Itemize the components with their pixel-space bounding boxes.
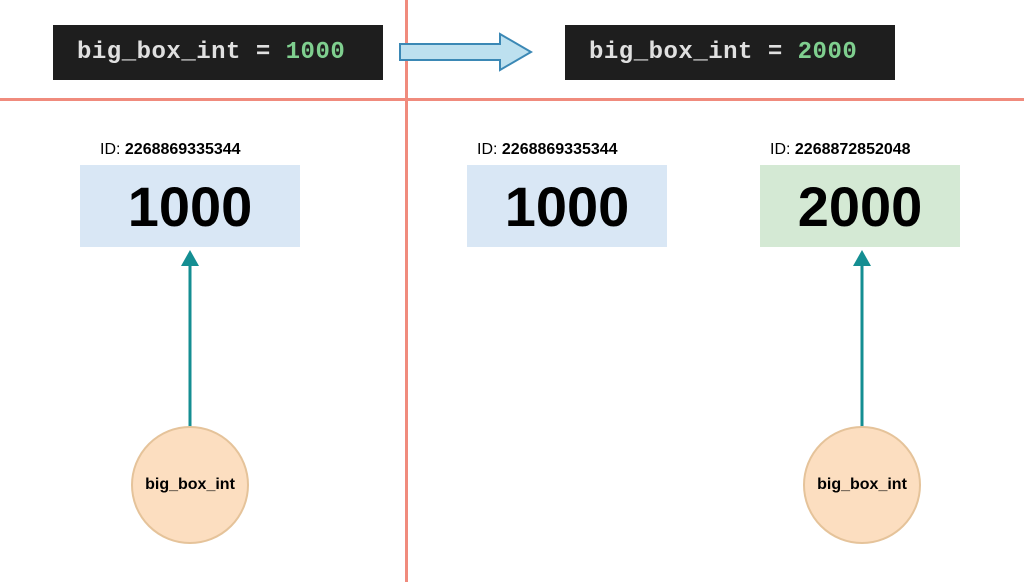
code-value: 2000 [798, 39, 858, 66]
variable-circle-right: big_box_int [803, 426, 921, 544]
code-value: 1000 [286, 39, 346, 66]
variable-label: big_box_int [817, 476, 907, 494]
code-var-name: big_box_int [589, 39, 753, 66]
vertical-divider [405, 0, 408, 582]
id-value: 2268872852048 [795, 141, 911, 158]
id-value: 2268869335344 [502, 141, 618, 158]
code-var-name: big_box_int [77, 39, 241, 66]
value-text: 1000 [128, 174, 253, 239]
value-box-right-green: 2000 [760, 165, 960, 247]
value-box-right-blue: 1000 [467, 165, 667, 247]
code-equals: = [753, 39, 798, 66]
id-label-left: ID: 2268869335344 [100, 141, 241, 159]
value-text: 1000 [505, 174, 630, 239]
reference-arrow-left [178, 250, 202, 430]
value-box-left-blue: 1000 [80, 165, 300, 247]
id-prefix: ID: [100, 141, 125, 158]
id-prefix: ID: [770, 141, 795, 158]
horizontal-divider [0, 98, 1024, 101]
block-arrow-icon [398, 30, 538, 74]
id-label-right-blue: ID: 2268869335344 [477, 141, 618, 159]
variable-label: big_box_int [145, 476, 235, 494]
id-value: 2268869335344 [125, 141, 241, 158]
reference-arrow-right [850, 250, 874, 430]
code-equals: = [241, 39, 286, 66]
value-text: 2000 [798, 174, 923, 239]
id-label-right-green: ID: 2268872852048 [770, 141, 911, 159]
id-prefix: ID: [477, 141, 502, 158]
variable-circle-left: big_box_int [131, 426, 249, 544]
code-box-before: big_box_int = 1000 [53, 25, 383, 80]
code-box-after: big_box_int = 2000 [565, 25, 895, 80]
